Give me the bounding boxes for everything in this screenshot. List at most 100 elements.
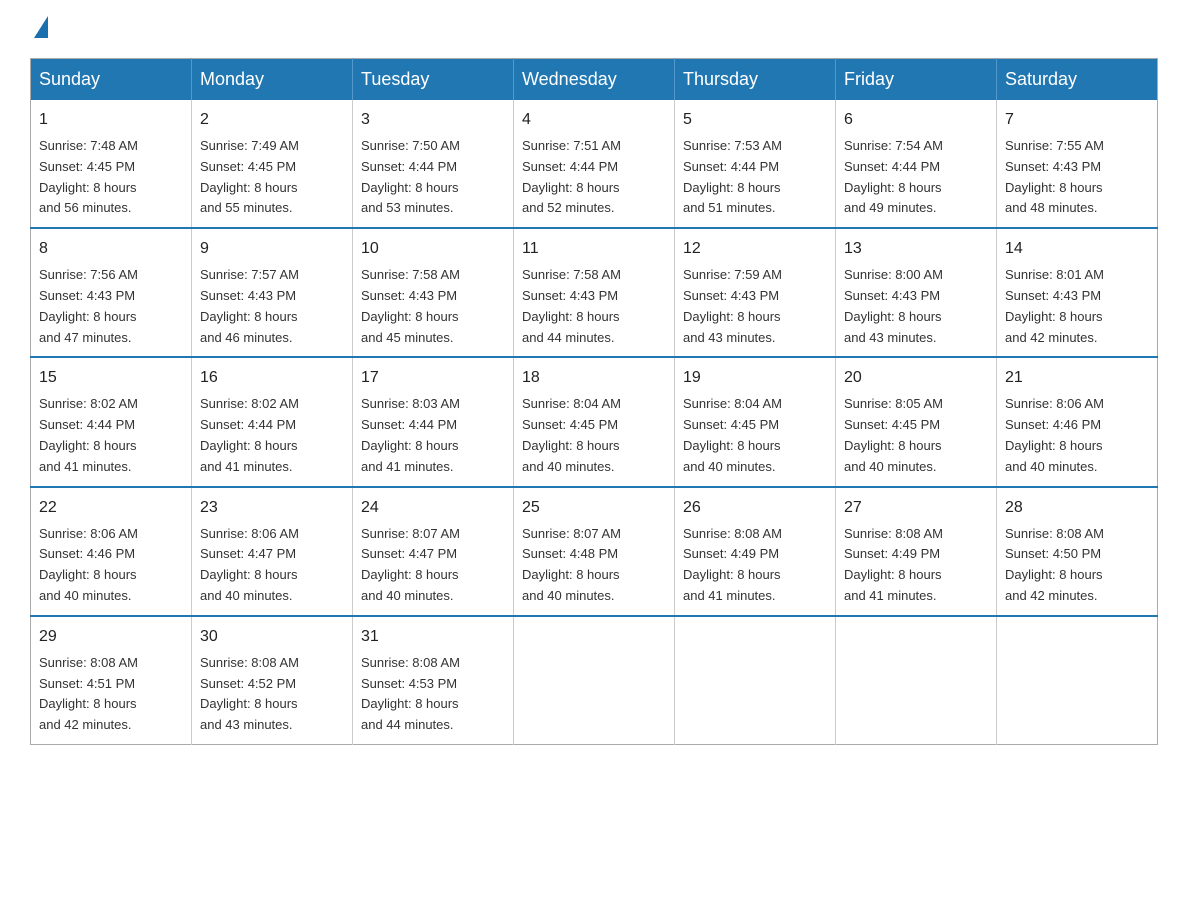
weekday-header-monday: Monday xyxy=(192,59,353,101)
day-number: 27 xyxy=(844,496,988,520)
weekday-header-thursday: Thursday xyxy=(675,59,836,101)
day-number: 20 xyxy=(844,366,988,390)
calendar-cell: 24 Sunrise: 8:07 AMSunset: 4:47 PMDaylig… xyxy=(353,487,514,616)
calendar-cell: 27 Sunrise: 8:08 AMSunset: 4:49 PMDaylig… xyxy=(836,487,997,616)
day-number: 3 xyxy=(361,108,505,132)
day-info: Sunrise: 8:04 AMSunset: 4:45 PMDaylight:… xyxy=(522,396,621,473)
calendar-cell: 4 Sunrise: 7:51 AMSunset: 4:44 PMDayligh… xyxy=(514,100,675,228)
day-number: 16 xyxy=(200,366,344,390)
day-number: 21 xyxy=(1005,366,1149,390)
calendar-cell xyxy=(997,616,1158,745)
day-info: Sunrise: 8:02 AMSunset: 4:44 PMDaylight:… xyxy=(39,396,138,473)
weekday-header-friday: Friday xyxy=(836,59,997,101)
day-number: 29 xyxy=(39,625,183,649)
day-info: Sunrise: 7:58 AMSunset: 4:43 PMDaylight:… xyxy=(522,267,621,344)
day-number: 12 xyxy=(683,237,827,261)
day-info: Sunrise: 7:59 AMSunset: 4:43 PMDaylight:… xyxy=(683,267,782,344)
day-info: Sunrise: 8:08 AMSunset: 4:49 PMDaylight:… xyxy=(683,526,782,603)
day-number: 7 xyxy=(1005,108,1149,132)
day-info: Sunrise: 7:57 AMSunset: 4:43 PMDaylight:… xyxy=(200,267,299,344)
day-info: Sunrise: 7:58 AMSunset: 4:43 PMDaylight:… xyxy=(361,267,460,344)
day-info: Sunrise: 7:51 AMSunset: 4:44 PMDaylight:… xyxy=(522,138,621,215)
calendar-cell: 30 Sunrise: 8:08 AMSunset: 4:52 PMDaylig… xyxy=(192,616,353,745)
weekday-header-saturday: Saturday xyxy=(997,59,1158,101)
day-number: 4 xyxy=(522,108,666,132)
calendar-cell: 7 Sunrise: 7:55 AMSunset: 4:43 PMDayligh… xyxy=(997,100,1158,228)
calendar-header-row: SundayMondayTuesdayWednesdayThursdayFrid… xyxy=(31,59,1158,101)
calendar-cell: 25 Sunrise: 8:07 AMSunset: 4:48 PMDaylig… xyxy=(514,487,675,616)
day-number: 18 xyxy=(522,366,666,390)
calendar-cell: 1 Sunrise: 7:48 AMSunset: 4:45 PMDayligh… xyxy=(31,100,192,228)
day-number: 30 xyxy=(200,625,344,649)
calendar-cell: 11 Sunrise: 7:58 AMSunset: 4:43 PMDaylig… xyxy=(514,228,675,357)
day-number: 2 xyxy=(200,108,344,132)
calendar-cell: 6 Sunrise: 7:54 AMSunset: 4:44 PMDayligh… xyxy=(836,100,997,228)
day-number: 28 xyxy=(1005,496,1149,520)
calendar-week-1: 1 Sunrise: 7:48 AMSunset: 4:45 PMDayligh… xyxy=(31,100,1158,228)
day-info: Sunrise: 8:08 AMSunset: 4:52 PMDaylight:… xyxy=(200,655,299,732)
weekday-header-tuesday: Tuesday xyxy=(353,59,514,101)
day-info: Sunrise: 7:54 AMSunset: 4:44 PMDaylight:… xyxy=(844,138,943,215)
day-info: Sunrise: 8:07 AMSunset: 4:47 PMDaylight:… xyxy=(361,526,460,603)
day-info: Sunrise: 8:03 AMSunset: 4:44 PMDaylight:… xyxy=(361,396,460,473)
day-info: Sunrise: 7:49 AMSunset: 4:45 PMDaylight:… xyxy=(200,138,299,215)
day-number: 26 xyxy=(683,496,827,520)
day-number: 6 xyxy=(844,108,988,132)
day-info: Sunrise: 7:48 AMSunset: 4:45 PMDaylight:… xyxy=(39,138,138,215)
day-number: 9 xyxy=(200,237,344,261)
day-info: Sunrise: 8:02 AMSunset: 4:44 PMDaylight:… xyxy=(200,396,299,473)
day-number: 17 xyxy=(361,366,505,390)
day-info: Sunrise: 8:06 AMSunset: 4:46 PMDaylight:… xyxy=(1005,396,1104,473)
day-number: 15 xyxy=(39,366,183,390)
day-number: 5 xyxy=(683,108,827,132)
calendar-week-4: 22 Sunrise: 8:06 AMSunset: 4:46 PMDaylig… xyxy=(31,487,1158,616)
calendar-cell xyxy=(514,616,675,745)
calendar-cell: 12 Sunrise: 7:59 AMSunset: 4:43 PMDaylig… xyxy=(675,228,836,357)
day-number: 24 xyxy=(361,496,505,520)
calendar-table: SundayMondayTuesdayWednesdayThursdayFrid… xyxy=(30,58,1158,745)
calendar-cell: 15 Sunrise: 8:02 AMSunset: 4:44 PMDaylig… xyxy=(31,357,192,486)
calendar-week-5: 29 Sunrise: 8:08 AMSunset: 4:51 PMDaylig… xyxy=(31,616,1158,745)
calendar-cell: 17 Sunrise: 8:03 AMSunset: 4:44 PMDaylig… xyxy=(353,357,514,486)
logo xyxy=(30,20,48,38)
calendar-cell: 28 Sunrise: 8:08 AMSunset: 4:50 PMDaylig… xyxy=(997,487,1158,616)
calendar-cell: 10 Sunrise: 7:58 AMSunset: 4:43 PMDaylig… xyxy=(353,228,514,357)
day-info: Sunrise: 8:08 AMSunset: 4:53 PMDaylight:… xyxy=(361,655,460,732)
day-number: 14 xyxy=(1005,237,1149,261)
day-info: Sunrise: 8:05 AMSunset: 4:45 PMDaylight:… xyxy=(844,396,943,473)
day-info: Sunrise: 8:07 AMSunset: 4:48 PMDaylight:… xyxy=(522,526,621,603)
calendar-cell: 29 Sunrise: 8:08 AMSunset: 4:51 PMDaylig… xyxy=(31,616,192,745)
logo-triangle-icon xyxy=(34,16,48,38)
page-header xyxy=(30,20,1158,38)
day-number: 11 xyxy=(522,237,666,261)
day-number: 22 xyxy=(39,496,183,520)
day-info: Sunrise: 8:08 AMSunset: 4:49 PMDaylight:… xyxy=(844,526,943,603)
day-info: Sunrise: 8:04 AMSunset: 4:45 PMDaylight:… xyxy=(683,396,782,473)
day-number: 23 xyxy=(200,496,344,520)
weekday-header-sunday: Sunday xyxy=(31,59,192,101)
calendar-cell: 2 Sunrise: 7:49 AMSunset: 4:45 PMDayligh… xyxy=(192,100,353,228)
calendar-cell: 31 Sunrise: 8:08 AMSunset: 4:53 PMDaylig… xyxy=(353,616,514,745)
day-number: 10 xyxy=(361,237,505,261)
calendar-cell: 22 Sunrise: 8:06 AMSunset: 4:46 PMDaylig… xyxy=(31,487,192,616)
calendar-cell: 19 Sunrise: 8:04 AMSunset: 4:45 PMDaylig… xyxy=(675,357,836,486)
calendar-cell: 16 Sunrise: 8:02 AMSunset: 4:44 PMDaylig… xyxy=(192,357,353,486)
day-number: 31 xyxy=(361,625,505,649)
day-info: Sunrise: 7:55 AMSunset: 4:43 PMDaylight:… xyxy=(1005,138,1104,215)
calendar-cell: 20 Sunrise: 8:05 AMSunset: 4:45 PMDaylig… xyxy=(836,357,997,486)
weekday-header-wednesday: Wednesday xyxy=(514,59,675,101)
calendar-cell: 26 Sunrise: 8:08 AMSunset: 4:49 PMDaylig… xyxy=(675,487,836,616)
calendar-cell: 5 Sunrise: 7:53 AMSunset: 4:44 PMDayligh… xyxy=(675,100,836,228)
day-info: Sunrise: 7:53 AMSunset: 4:44 PMDaylight:… xyxy=(683,138,782,215)
calendar-cell xyxy=(675,616,836,745)
calendar-cell: 18 Sunrise: 8:04 AMSunset: 4:45 PMDaylig… xyxy=(514,357,675,486)
day-info: Sunrise: 8:01 AMSunset: 4:43 PMDaylight:… xyxy=(1005,267,1104,344)
calendar-cell: 14 Sunrise: 8:01 AMSunset: 4:43 PMDaylig… xyxy=(997,228,1158,357)
calendar-week-2: 8 Sunrise: 7:56 AMSunset: 4:43 PMDayligh… xyxy=(31,228,1158,357)
day-info: Sunrise: 8:00 AMSunset: 4:43 PMDaylight:… xyxy=(844,267,943,344)
calendar-cell: 8 Sunrise: 7:56 AMSunset: 4:43 PMDayligh… xyxy=(31,228,192,357)
day-info: Sunrise: 7:50 AMSunset: 4:44 PMDaylight:… xyxy=(361,138,460,215)
day-number: 19 xyxy=(683,366,827,390)
calendar-cell: 3 Sunrise: 7:50 AMSunset: 4:44 PMDayligh… xyxy=(353,100,514,228)
day-number: 1 xyxy=(39,108,183,132)
